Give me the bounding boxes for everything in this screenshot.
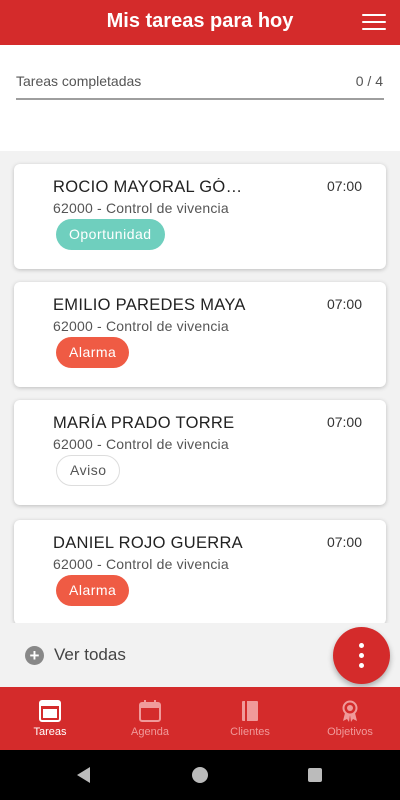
task-card[interactable]: ROCIO MAYORAL GÓ… 07:00 62000 - Control … <box>14 164 386 269</box>
nav-item-agenda[interactable]: Agenda <box>100 687 200 750</box>
progress-section: Tareas completadas 0 / 4 <box>0 45 400 151</box>
task-time: 07:00 <box>326 414 362 430</box>
nav-item-clientes[interactable]: Clientes <box>200 687 300 750</box>
task-tag-badge: Oportunidad <box>56 219 165 250</box>
task-client-name: DANIEL ROJO GUERRA <box>53 534 243 552</box>
nav-item-objetivos[interactable]: Objetivos <box>300 687 400 750</box>
calendar-icon <box>139 700 161 722</box>
task-client-name: ROCIO MAYORAL GÓ… <box>53 178 243 196</box>
more-options-fab[interactable] <box>333 627 390 684</box>
nav-item-tareas[interactable]: Tareas <box>0 687 100 750</box>
progress-count: 0 / 4 <box>355 73 383 89</box>
page-title: Mis tareas para hoy <box>106 10 294 32</box>
hamburger-menu-icon[interactable] <box>362 14 386 32</box>
task-tag-badge: Alarma <box>56 337 130 368</box>
nav-item-label: Objetivos <box>327 726 373 738</box>
see-all-button[interactable]: + Ver todas <box>25 643 126 667</box>
nav-item-label: Clientes <box>230 726 270 738</box>
back-icon[interactable] <box>77 767 90 783</box>
task-client-name: EMILIO PAREDES MAYA <box>53 296 246 314</box>
more-vertical-icon-dot <box>359 663 364 668</box>
task-tag-badge: Alarma <box>56 575 130 606</box>
task-description: 62000 - Control de vivencia <box>53 318 229 334</box>
task-description: 62000 - Control de vivencia <box>53 200 229 216</box>
task-card[interactable]: MARÍA PRADO TORRE 07:00 62000 - Control … <box>14 400 386 505</box>
nav-item-label: Agenda <box>131 726 169 738</box>
book-icon <box>242 701 258 721</box>
home-icon[interactable] <box>192 767 208 783</box>
task-tag-badge: Aviso <box>56 455 121 486</box>
see-all-label: Ver todas <box>54 645 126 664</box>
task-time: 07:00 <box>326 534 362 550</box>
task-description: 62000 - Control de vivencia <box>53 436 229 452</box>
award-icon <box>342 700 358 722</box>
system-navigation-bar <box>0 750 400 800</box>
recent-apps-icon[interactable] <box>308 768 322 782</box>
more-vertical-icon <box>359 643 364 648</box>
app-bar: Mis tareas para hoy <box>0 0 400 45</box>
task-card[interactable]: DANIEL ROJO GUERRA 07:00 62000 - Control… <box>14 520 386 623</box>
progress-bar <box>16 98 384 100</box>
bottom-navigation: Tareas Agenda Clientes Objetivos <box>0 687 400 750</box>
task-client-name: MARÍA PRADO TORRE <box>53 414 235 432</box>
nav-item-label: Tareas <box>33 726 67 738</box>
task-description: 62000 - Control de vivencia <box>53 556 229 572</box>
task-time: 07:00 <box>326 178 362 194</box>
progress-label: Tareas completadas <box>16 73 142 89</box>
more-vertical-icon-dot <box>359 653 364 658</box>
task-list[interactable]: ROCIO MAYORAL GÓ… 07:00 62000 - Control … <box>0 151 400 623</box>
task-time: 07:00 <box>326 296 362 312</box>
plus-circle-icon: + <box>25 645 44 665</box>
task-card[interactable]: EMILIO PAREDES MAYA 07:00 62000 - Contro… <box>14 282 386 387</box>
tasks-icon <box>39 700 61 722</box>
